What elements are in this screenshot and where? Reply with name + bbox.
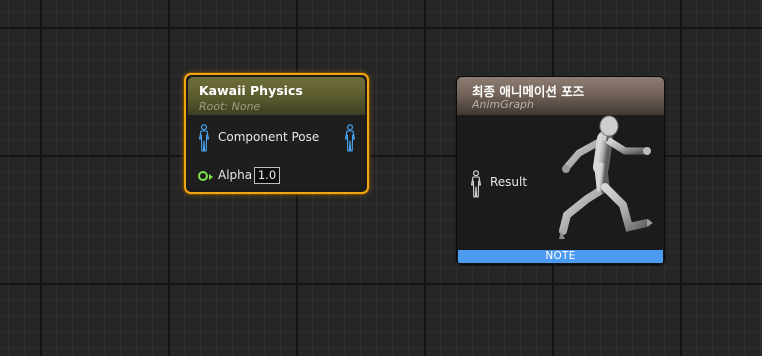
alpha-label: Alpha bbox=[218, 168, 253, 182]
kawaii-physics-header[interactable]: Kawaii Physics Root: None bbox=[188, 77, 365, 115]
alpha-row: Alpha 1.0 bbox=[188, 165, 365, 190]
final-animation-pose-body: Result bbox=[457, 115, 664, 250]
alpha-pin-arrow-icon bbox=[209, 174, 213, 180]
running-mannequin-icon bbox=[559, 115, 653, 239]
kawaii-physics-subtitle: Root: None bbox=[199, 100, 261, 113]
alpha-value-field[interactable]: 1.0 bbox=[254, 167, 280, 184]
kawaii-physics-title: Kawaii Physics bbox=[199, 83, 303, 98]
result-label: Result bbox=[490, 175, 528, 189]
note-bar[interactable]: NOTE bbox=[458, 250, 663, 263]
pose-output-pin-icon[interactable] bbox=[344, 124, 356, 152]
kawaii-physics-node-body: Kawaii Physics Root: None Component Pose… bbox=[188, 77, 365, 190]
result-input-pin-icon[interactable] bbox=[470, 170, 482, 198]
component-pose-row: Component Pose bbox=[188, 124, 365, 150]
final-animation-pose-node[interactable]: 최종 애니메이션 포즈 AnimGraph Result NOTE bbox=[457, 77, 664, 264]
alpha-input-pin-icon[interactable] bbox=[198, 171, 208, 181]
final-animation-pose-header[interactable]: 최종 애니메이션 포즈 AnimGraph bbox=[457, 77, 664, 115]
component-pose-label: Component Pose bbox=[218, 130, 320, 144]
final-animation-pose-subtitle: AnimGraph bbox=[472, 98, 535, 111]
component-pose-input-pin-icon[interactable] bbox=[198, 124, 210, 152]
kawaii-physics-node[interactable]: Kawaii Physics Root: None Component Pose… bbox=[184, 73, 369, 194]
